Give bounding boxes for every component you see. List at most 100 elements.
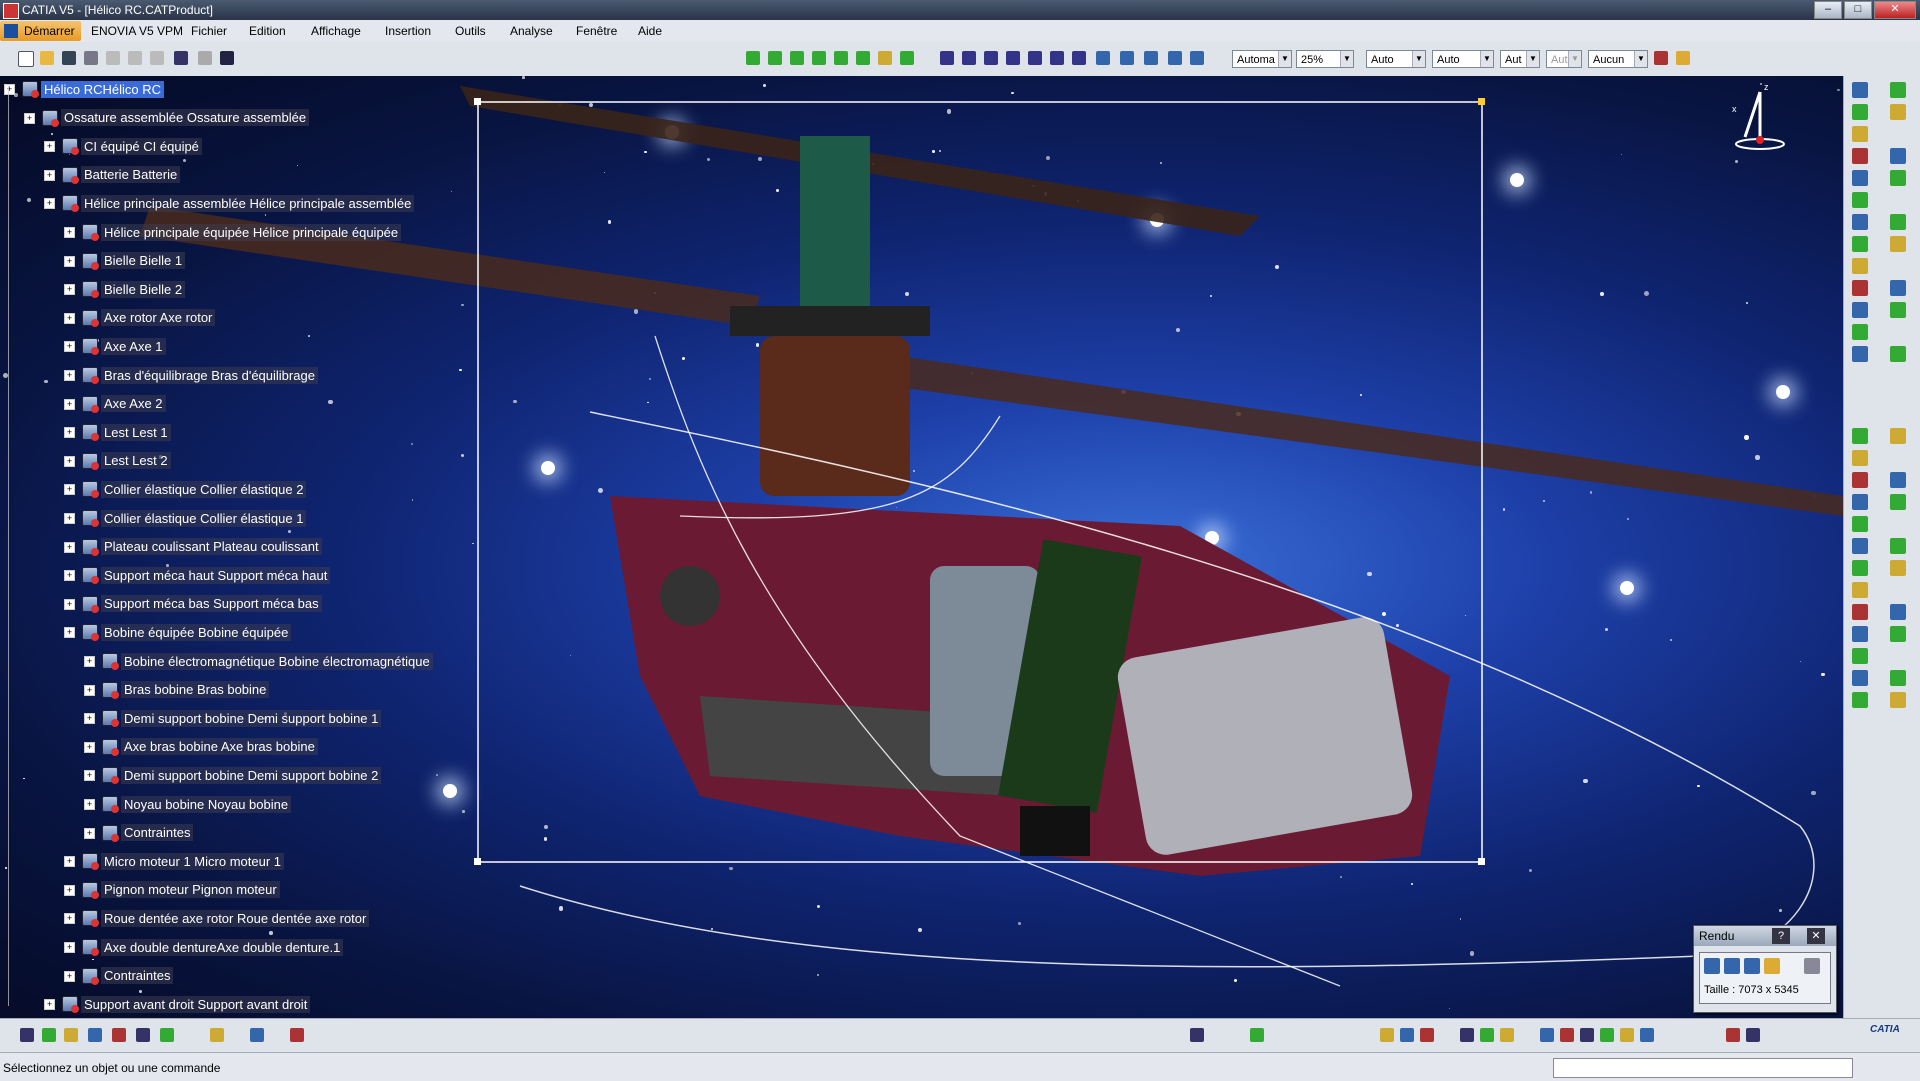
tree-node[interactable]: + Axe bras bobine Axe bras bobine [84, 738, 318, 756]
zoom-in-icon[interactable] [1028, 51, 1042, 65]
tool-icon[interactable] [1852, 126, 1868, 142]
tool-icon[interactable] [1852, 648, 1868, 664]
fit-all-icon[interactable] [962, 51, 976, 65]
pan-icon[interactable] [746, 51, 760, 65]
iso-view-icon[interactable] [1120, 51, 1134, 65]
tool-icon[interactable] [1852, 516, 1868, 532]
light-icon[interactable] [1676, 51, 1690, 65]
tree-expander[interactable]: + [64, 284, 75, 296]
tree-expander[interactable]: + [64, 370, 75, 381]
tree-expander[interactable]: + [84, 799, 95, 810]
tree-node[interactable]: + Axe double dentureAxe double denture.1 [64, 938, 344, 956]
whats-this-icon[interactable] [220, 51, 234, 65]
tool-icon[interactable] [1852, 472, 1868, 488]
tree-expander[interactable]: + [64, 970, 75, 982]
move-icon[interactable] [768, 51, 782, 65]
print-icon[interactable] [84, 51, 98, 65]
zoom-out-icon[interactable] [1050, 51, 1064, 65]
tree-expander[interactable]: + [4, 84, 15, 95]
redo-icon[interactable] [198, 51, 212, 65]
bottom-tool-icon[interactable] [250, 1028, 264, 1042]
copy-icon[interactable] [128, 51, 142, 65]
bottom-tool-icon[interactable] [160, 1028, 174, 1042]
3d-viewport[interactable]: + Hélico RCHélico RC + Ossature assemblée O… [0, 76, 1843, 1018]
material-icon[interactable] [1654, 51, 1668, 65]
tool-icon[interactable] [1852, 494, 1868, 510]
tree-expander[interactable]: + [64, 913, 75, 925]
tool-icon[interactable] [1890, 494, 1906, 510]
bottom-tool-icon[interactable] [20, 1028, 34, 1042]
tree-node[interactable]: + Collier élastique Collier élastique 2 [64, 480, 307, 499]
bottom-tool-icon[interactable] [1250, 1028, 1264, 1042]
tool-icon[interactable] [1852, 428, 1868, 444]
tool-icon[interactable] [1852, 280, 1868, 296]
section-icon[interactable] [900, 51, 914, 65]
save-icon[interactable] [62, 51, 76, 65]
menu-start[interactable]: Démarrer [0, 21, 81, 41]
rotate-icon[interactable] [1006, 51, 1020, 65]
tree-node[interactable]: + Bras d'équilibrage Bras d'équilibrage [64, 366, 318, 384]
tree-expander[interactable]: + [44, 169, 55, 181]
tool-icon[interactable] [1890, 538, 1906, 554]
tree-node[interactable]: + Ossature assemblée Ossature assemblée [24, 109, 310, 127]
bottom-tool-icon[interactable] [1620, 1028, 1634, 1042]
render-sequence-icon[interactable] [1744, 958, 1760, 974]
tree-expander[interactable]: + [64, 398, 75, 410]
explode-icon[interactable] [834, 51, 848, 65]
tool-icon[interactable] [1890, 148, 1906, 164]
bottom-tool-icon[interactable] [1726, 1028, 1740, 1042]
bottom-tool-icon[interactable] [1600, 1028, 1614, 1042]
cut-icon[interactable] [106, 51, 120, 65]
tool-icon[interactable] [1890, 170, 1906, 186]
tree-node[interactable]: + Bobine électromagnétique Bobine électro… [84, 652, 433, 670]
normal-view-icon[interactable] [1072, 51, 1086, 65]
tree-node[interactable]: + Hélice principale équipée Hélice princi… [64, 223, 402, 241]
tree-node[interactable]: + Lest Lest 2 [64, 452, 171, 470]
tool-icon[interactable] [1890, 280, 1906, 296]
maximize-button[interactable]: □ [1844, 1, 1872, 19]
tool-icon[interactable] [1852, 324, 1868, 340]
bottom-tool-icon[interactable] [210, 1028, 224, 1042]
tool-icon[interactable] [1852, 170, 1868, 186]
tool-icon[interactable] [1890, 472, 1906, 488]
tree-node[interactable]: + Demi support bobine Demi support bobine… [84, 709, 382, 728]
bottom-tool-icon[interactable] [42, 1028, 56, 1042]
tool-icon[interactable] [1852, 302, 1868, 318]
tree-node[interactable]: + Plateau coulissant Plateau coulissant [64, 538, 322, 556]
bottom-tool-icon[interactable] [1480, 1028, 1494, 1042]
tree-expander[interactable]: + [84, 770, 95, 782]
bottom-tool-icon[interactable] [136, 1028, 150, 1042]
bottom-tool-icon[interactable] [1580, 1028, 1594, 1042]
tool-icon[interactable] [1852, 692, 1868, 708]
tree-expander[interactable]: + [84, 741, 95, 753]
tree-node[interactable]: + Pignon moteur Pignon moteur [64, 881, 280, 899]
zoom-combo[interactable]: 25% ▼ [1296, 50, 1354, 68]
tree-node[interactable]: + Hélico RCHélico RC [4, 80, 165, 98]
tree-expander[interactable]: + [64, 484, 75, 496]
tree-expander[interactable]: + [64, 427, 75, 439]
tree-expander[interactable]: + [64, 455, 75, 467]
menu-analyse[interactable]: Analyse [510, 24, 553, 38]
tree-node[interactable]: + Lest Lest 1 [64, 423, 171, 442]
tree-expander[interactable]: + [64, 627, 75, 639]
render-options-icon[interactable] [1764, 958, 1780, 974]
measure-icon[interactable] [878, 51, 892, 65]
tree-node[interactable]: + Contraintes [64, 967, 174, 985]
tree-expander[interactable]: + [84, 684, 95, 696]
tool-icon[interactable] [1890, 346, 1906, 362]
tool-icon[interactable] [1852, 670, 1868, 686]
bottom-tool-icon[interactable] [1640, 1028, 1654, 1042]
tree-node[interactable]: + Support méca bas Support méca bas [64, 595, 322, 613]
tree-node[interactable]: + Collier élastique Collier élastique 1 [64, 509, 307, 527]
tree-node[interactable]: + Hélice principale assemblée Hélice prin… [44, 194, 415, 213]
tree-node[interactable]: + Roue dentée axe rotor Roue dentée axe r… [64, 909, 370, 928]
compass-icon[interactable]: x z [1730, 82, 1790, 162]
tree-node[interactable]: + Bielle Bielle 1 [64, 252, 186, 270]
tree-node[interactable]: + Noyau bobine Noyau bobine [84, 795, 292, 813]
tree-node[interactable]: + Axe Axe 1 [64, 337, 166, 356]
tree-expander[interactable]: + [64, 255, 75, 267]
tree-expander[interactable]: + [64, 570, 75, 582]
bottom-tool-icon[interactable] [290, 1028, 304, 1042]
tree-expander[interactable]: + [64, 598, 75, 610]
tree-node[interactable]: + CI équipé CI équipé [44, 137, 202, 156]
